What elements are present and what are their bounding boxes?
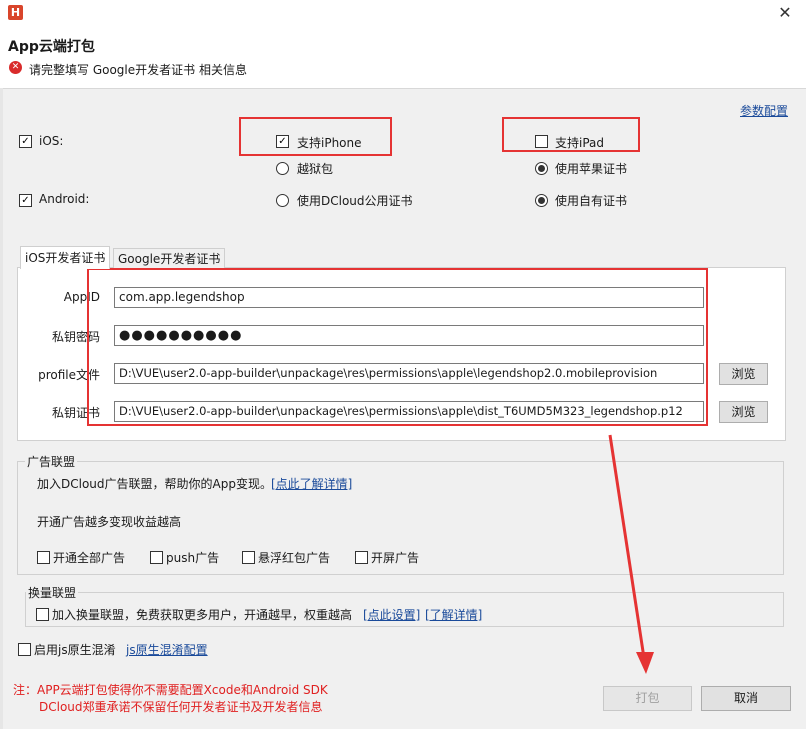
- js-obfuscation-label: 启用js原生混淆: [34, 643, 116, 657]
- exchange-union-checkbox[interactable]: [36, 608, 49, 621]
- tab-ios-cert[interactable]: iOS开发者证书: [20, 246, 111, 269]
- exchange-union-text: 加入换量联盟，免费获取更多用户，开通越早，权重越高: [52, 608, 353, 622]
- close-icon[interactable]: ✕: [774, 2, 796, 24]
- footer-note-line2: DCloud郑重承诺不保留任何开发者证书及开发者信息: [39, 700, 323, 714]
- error-message: 请完整填写 Google开发者证书 相关信息: [29, 63, 247, 77]
- js-obfuscation-checkbox[interactable]: [18, 643, 31, 656]
- footer-note: 注：APP云端打包使得你不需要配置Xcode和Android SDK DClou…: [13, 682, 328, 716]
- ad-union-join-text: 加入DCloud广告联盟，帮助你的App变现。: [37, 477, 272, 491]
- jailbreak-radio[interactable]: [276, 162, 289, 175]
- all-ads-label: 开通全部广告: [53, 551, 126, 565]
- ios-label: iOS:: [39, 134, 64, 148]
- tab-google-cert[interactable]: Google开发者证书: [113, 248, 226, 269]
- highlight-ipad: [502, 117, 640, 152]
- float-redpacket-label: 悬浮红包广告: [258, 551, 331, 565]
- push-ads-label: push广告: [166, 551, 220, 565]
- dcloud-cert-label: 使用DCloud公用证书: [297, 194, 413, 208]
- highlight-iphone: [239, 117, 392, 156]
- title-bar: [0, 0, 806, 30]
- apple-cert-radio[interactable]: [535, 162, 548, 175]
- splash-ads-checkbox[interactable]: [355, 551, 368, 564]
- cancel-button[interactable]: 取消: [701, 686, 791, 711]
- splash-ads-label: 开屏广告: [371, 551, 420, 565]
- dialog-title: App云端打包: [8, 39, 95, 55]
- exchange-union-title: 换量联盟: [26, 584, 79, 601]
- all-ads-checkbox[interactable]: [37, 551, 50, 564]
- js-obfuscation-config-link[interactable]: js原生混淆配置: [126, 641, 208, 658]
- hbuilder-logo-icon: H: [8, 5, 23, 20]
- ad-details-link[interactable]: [点此了解详情]: [271, 475, 352, 492]
- config-link[interactable]: 参数配置: [740, 102, 788, 119]
- ad-promo-text: 开通广告越多变现收益越高: [37, 515, 182, 529]
- apple-cert-label: 使用苹果证书: [555, 162, 628, 176]
- dcloud-cert-radio[interactable]: [276, 194, 289, 207]
- exchange-learn-link[interactable]: [了解详情]: [425, 606, 482, 623]
- android-checkbox[interactable]: ✓: [19, 194, 32, 207]
- exchange-setup-link[interactable]: [点此设置]: [363, 606, 420, 623]
- browse-profile-button[interactable]: 浏览: [719, 363, 768, 385]
- highlight-cert-fields: [87, 268, 708, 426]
- error-icon: ✕: [9, 61, 22, 74]
- browse-cert-button[interactable]: 浏览: [719, 401, 768, 423]
- android-label: Android:: [39, 192, 90, 206]
- footer-note-line1: 注：APP云端打包使得你不需要配置Xcode和Android SDK: [13, 683, 328, 697]
- jailbreak-label: 越狱包: [297, 162, 334, 176]
- own-cert-label: 使用自有证书: [555, 194, 628, 208]
- annotation-arrow-icon: [608, 434, 654, 674]
- pack-button[interactable]: 打包: [603, 686, 692, 711]
- ios-checkbox[interactable]: ✓: [19, 135, 32, 148]
- float-redpacket-checkbox[interactable]: [242, 551, 255, 564]
- own-cert-radio[interactable]: [535, 194, 548, 207]
- dialog-header: [0, 30, 806, 89]
- push-ads-checkbox[interactable]: [150, 551, 163, 564]
- ad-union-title: 广告联盟: [25, 453, 78, 470]
